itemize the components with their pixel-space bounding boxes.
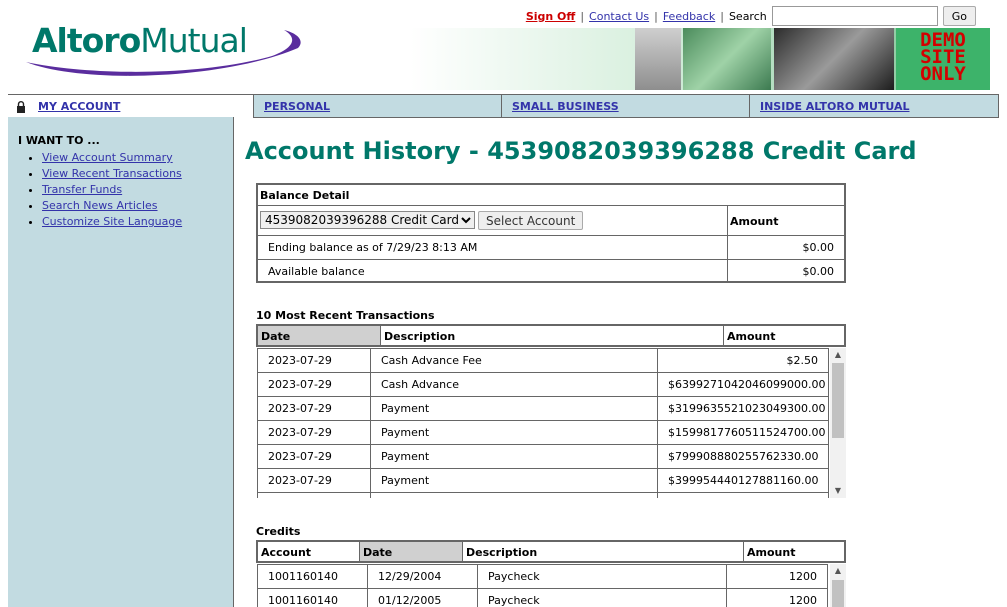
credits-scrollbar[interactable]: ▲ (830, 564, 846, 607)
balance-detail-table: Balance Detail 4539082039396288 Credit C… (256, 183, 846, 283)
tab-my-account[interactable]: MY ACCOUNT (8, 95, 254, 118)
header: AltoroMutual Sign Off | Contact Us | Fee… (0, 0, 1007, 94)
table-row: 2023-07-29 Payment $3199635521023049300.00 (257, 396, 829, 421)
banner-photo-money (683, 28, 771, 90)
scroll-down-icon[interactable]: ▼ (830, 484, 846, 498)
transactions-date-header[interactable]: Date (258, 326, 381, 345)
demo-site-text: DEMO SITE ONLY (920, 29, 966, 85)
my-account-link[interactable]: MY ACCOUNT (38, 100, 120, 113)
sidebar: I WANT TO ... View Account Summary View … (8, 117, 234, 607)
feedback-link[interactable]: Feedback (663, 10, 715, 23)
inside-altoro-link[interactable]: INSIDE ALTORO MUTUAL (760, 100, 910, 113)
logo-text-altoro: Altoro (32, 21, 141, 60)
lock-icon (17, 100, 25, 113)
table-row: 2023-07-29 Cash Advance Fee $2.50 (257, 348, 829, 373)
contact-us-link[interactable]: Contact Us (589, 10, 649, 23)
header-banner: DEMO SITE ONLY (410, 28, 990, 90)
select-account-button[interactable]: Select Account (478, 211, 584, 230)
table-row: 1001160140 01/12/2005 Paycheck 1200 (257, 588, 829, 607)
table-row: 1001160140 12/29/2004 Paycheck 1200 (257, 564, 829, 589)
credits-amount-header[interactable]: Amount (744, 542, 844, 561)
logo-text-mutual: Mutual (140, 21, 248, 60)
transfer-funds-link[interactable]: Transfer Funds (42, 183, 122, 196)
credits-account-header[interactable]: Account (258, 542, 360, 561)
credits-list[interactable]: 1001160140 12/29/2004 Paycheck 1200 1001160… (257, 564, 829, 607)
balance-detail-title: Balance Detail (260, 189, 350, 202)
view-recent-transactions-link[interactable]: View Recent Transactions (42, 167, 182, 180)
banner-photo-woman (635, 28, 681, 90)
credits-header: Account Date Description Amount (256, 540, 846, 563)
credits-title: Credits (256, 525, 301, 538)
credits-scroll-thumb[interactable] (832, 580, 844, 607)
customize-site-language-link[interactable]: Customize Site Language (42, 215, 182, 228)
transactions-amount-header[interactable]: Amount (724, 326, 844, 345)
scroll-up-icon[interactable]: ▲ (830, 348, 846, 362)
table-row: 2023-07-29 Payment $1599817760511524700.00 (257, 420, 829, 445)
balance-amount-header: Amount (730, 215, 779, 228)
top-links: Sign Off | Contact Us | Feedback | Searc… (526, 6, 976, 26)
banner-photo-office (774, 28, 894, 90)
tab-inside-altoro[interactable]: INSIDE ALTORO MUTUAL (750, 95, 999, 118)
transactions-header: Date Description Amount (256, 324, 846, 347)
altoro-logo[interactable]: AltoroMutual (22, 18, 307, 82)
available-balance-label: Available balance (268, 265, 365, 278)
main-nav: MY ACCOUNT PERSONAL SMALL BUSINESS INSID… (8, 94, 999, 118)
transactions-scrollbar[interactable]: ▲ ▼ (830, 348, 846, 498)
tab-small-business[interactable]: SMALL BUSINESS (502, 95, 750, 118)
sidebar-links: View Account Summary View Recent Transac… (24, 150, 182, 230)
go-button[interactable]: Go (942, 6, 976, 26)
sign-off-link[interactable]: Sign Off (526, 10, 576, 23)
transactions-description-header[interactable]: Description (381, 326, 724, 345)
sidebar-heading: I WANT TO ... (18, 134, 100, 147)
search-label: Search (728, 9, 767, 23)
demo-site-badge: DEMO SITE ONLY (896, 28, 990, 90)
transactions-list[interactable]: 2023-07-29 Cash Advance Fee $2.50 2023-07-… (257, 348, 829, 498)
credits-description-header[interactable]: Description (463, 542, 744, 561)
tab-personal[interactable]: PERSONAL (254, 95, 502, 118)
account-select[interactable]: 4539082039396288 Credit Card (260, 211, 475, 229)
credits-date-header[interactable]: Date (360, 542, 463, 561)
personal-link[interactable]: PERSONAL (264, 100, 330, 113)
page-title: Account History - 4539082039396288 Credi… (245, 137, 917, 165)
table-row: 2023-07-29 Payment $399954440127881160.00 (257, 468, 829, 493)
ending-balance-label: Ending balance as of 7/29/23 8:13 AM (268, 241, 478, 254)
transactions-title: 10 Most Recent Transactions (256, 309, 435, 322)
table-row: 2023-07-29 Payment $799908880255762330.00 (257, 444, 829, 469)
small-business-link[interactable]: SMALL BUSINESS (512, 100, 619, 113)
view-account-summary-link[interactable]: View Account Summary (42, 151, 173, 164)
ending-balance-amount: $0.00 (802, 241, 835, 254)
search-news-articles-link[interactable]: Search News Articles (42, 199, 158, 212)
scroll-thumb[interactable] (832, 363, 844, 438)
search-input[interactable] (771, 6, 938, 26)
credits-scroll-up-icon[interactable]: ▲ (830, 564, 846, 578)
table-row: 2023-07-29 Cash Advance $63992710420460990… (257, 372, 829, 397)
table-row (257, 492, 829, 498)
available-balance-amount: $0.00 (802, 265, 835, 278)
